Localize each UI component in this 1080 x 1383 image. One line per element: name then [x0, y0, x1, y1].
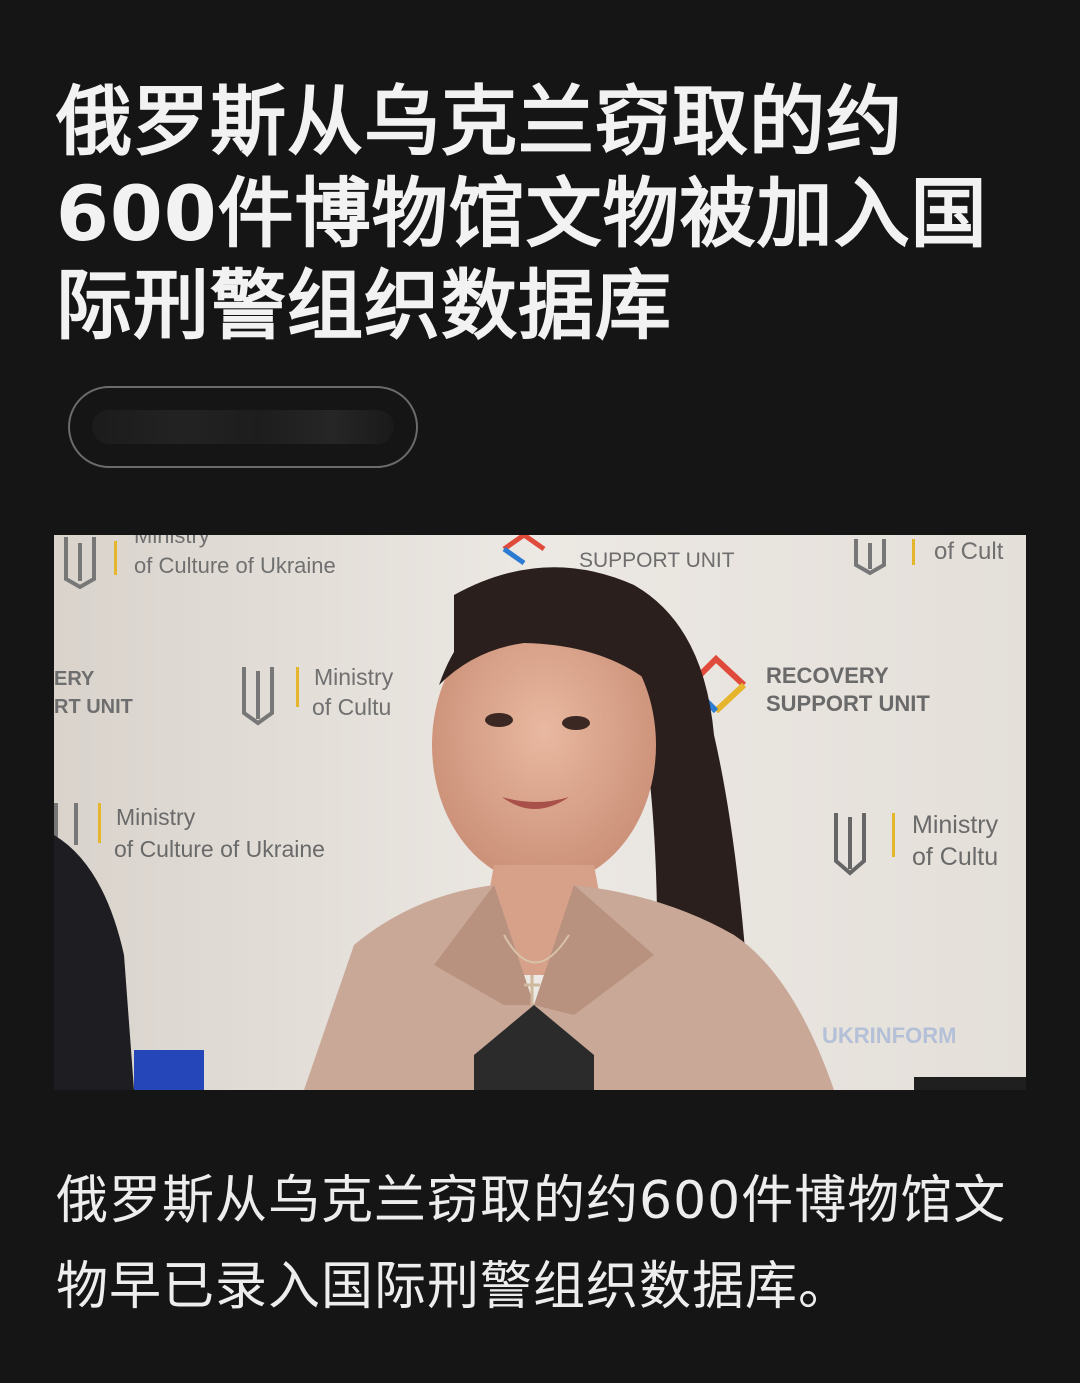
- ministry-low-right-2: of Cultu: [912, 843, 998, 871]
- photo-illustration: Ministry of Culture of Ukraine SUPPORT U…: [54, 535, 1026, 1090]
- ministry-low-right-1: Ministry: [912, 811, 999, 839]
- table-flag-corner: [134, 1050, 204, 1090]
- ministry-low-line1: Ministry: [116, 804, 196, 830]
- article-photo[interactable]: Ministry of Culture of Ukraine SUPPORT U…: [54, 535, 1026, 1090]
- ministry-top-line: of Culture of Ukraine: [134, 553, 336, 578]
- ministry-low-line2: of Culture of Ukraine: [114, 836, 325, 862]
- ministry-mid-line1: Ministry: [314, 664, 394, 690]
- recovery-partial-1: ERY: [54, 668, 95, 690]
- blurred-source-label: [92, 410, 394, 444]
- ministry-top-partial: Ministry: [134, 535, 210, 548]
- ministry-top-right: of Cult: [934, 538, 1004, 565]
- recovery-mid-line2: SUPPORT UNIT: [766, 691, 930, 716]
- ministry-mid-line2: of Cultu: [312, 694, 391, 720]
- article-headline: 俄罗斯从乌克兰窃取的约600件博物馆文物被加入国际刑警组织数据库: [56, 77, 988, 350]
- source-pill[interactable]: [68, 386, 418, 468]
- app-screen: 俄罗斯从乌克兰窃取的约600件博物馆文物被加入国际刑警组织数据库 Ministr…: [0, 0, 1080, 1383]
- recovery-partial-2: RT UNIT: [54, 696, 133, 718]
- article-caption: 俄罗斯从乌克兰窃取的约600件博物馆文物早已录入国际刑警组织数据库。: [56, 1171, 1007, 1317]
- recovery-top-line: SUPPORT UNIT: [579, 549, 735, 572]
- ukrinform-watermark: UKRINFORM: [822, 1023, 956, 1048]
- recovery-mid-line1: RECOVERY: [766, 663, 889, 688]
